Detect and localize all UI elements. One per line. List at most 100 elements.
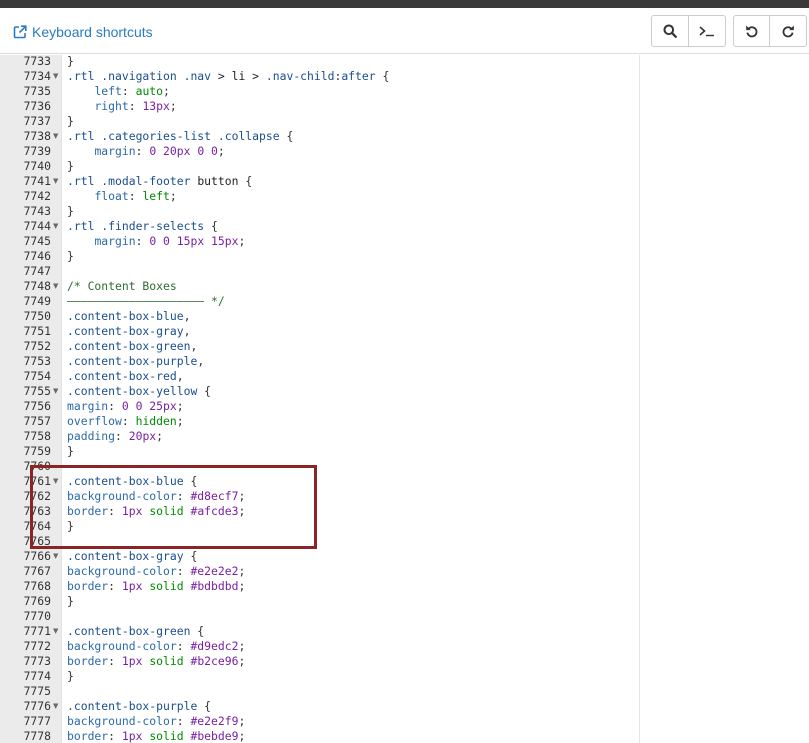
code-token: } bbox=[67, 519, 74, 533]
code-text: border: 1px solid #bebde9; bbox=[67, 729, 245, 743]
code-token: } bbox=[67, 669, 74, 683]
code-token: 0 0 25px bbox=[121, 399, 177, 413]
line-number: 7747 bbox=[23, 264, 51, 278]
code-token: border bbox=[67, 579, 109, 593]
fold-toggle-icon[interactable]: ▼ bbox=[53, 624, 58, 639]
editor-right-border bbox=[639, 55, 640, 743]
code-text: } bbox=[67, 114, 74, 129]
code-token: margin bbox=[94, 144, 136, 158]
line-number: 7758 bbox=[23, 429, 51, 443]
fold-toggle-icon[interactable]: ▼ bbox=[53, 474, 58, 489]
code-token: after bbox=[341, 69, 376, 83]
code-token: } bbox=[67, 159, 74, 173]
code-token: { bbox=[197, 699, 212, 713]
code-line: 7751 .content-box-gray, bbox=[0, 324, 640, 339]
code-text: border: 1px solid #afcde3; bbox=[67, 504, 245, 519]
code-token: 0 0 15px 15px bbox=[149, 234, 239, 248]
code-text: .rtl .navigation .nav > li > .nav-child:… bbox=[67, 69, 389, 84]
code-text: } bbox=[67, 159, 74, 174]
code-token: .content-box-purple bbox=[67, 354, 198, 368]
code-token: : bbox=[135, 234, 150, 248]
code-text: /* Content Boxes bbox=[67, 279, 177, 294]
code-text: margin: 0 20px 0 0; bbox=[67, 144, 224, 159]
code-line: 7752 .content-box-green, bbox=[0, 339, 640, 354]
line-number: 7755 bbox=[23, 384, 51, 398]
code-token: .rtl .modal-footer bbox=[67, 174, 198, 188]
fold-toggle-icon[interactable]: ▼ bbox=[53, 549, 58, 564]
code-token: #b2ce96 bbox=[190, 654, 239, 668]
line-number: 7751 bbox=[23, 324, 51, 338]
fold-toggle-icon[interactable]: ▼ bbox=[53, 279, 58, 294]
code-token: } bbox=[67, 204, 74, 218]
code-token: } bbox=[67, 55, 74, 68]
code-token: : bbox=[128, 99, 143, 113]
fold-toggle-icon[interactable]: ▼ bbox=[53, 129, 58, 144]
code-token: left bbox=[142, 189, 170, 203]
code-line: 7759} bbox=[0, 444, 640, 459]
code-token: #e2e2e2 bbox=[190, 564, 239, 578]
redo-button[interactable] bbox=[769, 15, 807, 47]
code-token: : bbox=[176, 564, 191, 578]
fold-toggle-icon[interactable]: ▼ bbox=[53, 699, 58, 714]
code-text: .content-box-green { bbox=[67, 624, 204, 639]
code-text: .content-box-yellow { bbox=[67, 384, 211, 399]
code-token: ; bbox=[176, 414, 184, 428]
code-text: } bbox=[67, 204, 74, 219]
keyboard-shortcuts-link[interactable]: Keyboard shortcuts bbox=[13, 22, 153, 42]
code-token: : bbox=[121, 84, 136, 98]
code-token: solid bbox=[149, 504, 191, 518]
line-number: 7774 bbox=[23, 669, 51, 683]
code-token: /* Content Boxes bbox=[67, 279, 177, 293]
code-token: : bbox=[108, 654, 122, 668]
line-number: 7750 bbox=[23, 309, 51, 323]
code-text: } bbox=[67, 519, 74, 534]
code-line: 7757 overflow: hidden; bbox=[0, 414, 640, 429]
code-text: margin: 0 0 15px 15px; bbox=[67, 234, 245, 249]
code-text: } bbox=[67, 594, 74, 609]
code-token: .nav-child bbox=[265, 69, 335, 83]
code-text: } bbox=[67, 55, 74, 69]
code-token: ; bbox=[238, 489, 246, 503]
code-token: ; bbox=[238, 564, 246, 578]
code-text: .content-box-blue { bbox=[67, 474, 197, 489]
code-token: 0 20px 0 0 bbox=[149, 144, 218, 158]
code-token: : bbox=[176, 639, 191, 653]
code-text: .content-box-gray, bbox=[67, 324, 190, 339]
code-line: 7742 float: left; bbox=[0, 189, 640, 204]
code-editor[interactable]: 7733} 7734 ▼ .rtl .navigation .nav > li > .… bbox=[0, 55, 640, 743]
fold-toggle-icon[interactable]: ▼ bbox=[53, 384, 58, 399]
code-token: button bbox=[197, 174, 239, 188]
code-line: 7744 ▼ .rtl .finder-selects { bbox=[0, 219, 640, 234]
code-token: 1px bbox=[121, 654, 150, 668]
code-token: ; bbox=[238, 654, 246, 668]
code-token: #d8ecf7 bbox=[190, 489, 239, 503]
code-line: 7764} bbox=[0, 519, 640, 534]
code-token: background-color bbox=[67, 639, 177, 653]
code-text: .content-box-purple { bbox=[67, 699, 211, 714]
undo-button[interactable] bbox=[733, 15, 770, 47]
fold-toggle-icon[interactable]: ▼ bbox=[53, 69, 58, 84]
line-number: 7762 bbox=[23, 489, 51, 503]
line-number: 7771 bbox=[23, 624, 51, 638]
fold-toggle-icon[interactable]: ▼ bbox=[53, 219, 58, 234]
line-number: 7741 bbox=[23, 174, 51, 188]
console-button[interactable] bbox=[688, 15, 726, 47]
code-text: background-color: #e2e2f9; bbox=[67, 714, 245, 729]
code-line: 7747 bbox=[0, 264, 640, 279]
code-token: solid bbox=[149, 579, 191, 593]
code-token: : bbox=[176, 714, 191, 728]
code-token: background-color bbox=[67, 489, 177, 503]
undo-icon bbox=[745, 24, 759, 38]
fold-toggle-icon[interactable]: ▼ bbox=[53, 174, 58, 189]
external-link-icon bbox=[13, 25, 27, 39]
line-number: 7734 bbox=[23, 69, 51, 83]
code-line: 7738 ▼ .rtl .categories-list .collapse { bbox=[0, 129, 640, 144]
line-number: 7740 bbox=[23, 159, 51, 173]
line-number: 7733 bbox=[23, 55, 51, 68]
code-line: 7769} bbox=[0, 594, 640, 609]
search-icon bbox=[663, 24, 677, 38]
code-token: .content-box-purple bbox=[67, 699, 198, 713]
search-button[interactable] bbox=[651, 15, 689, 47]
